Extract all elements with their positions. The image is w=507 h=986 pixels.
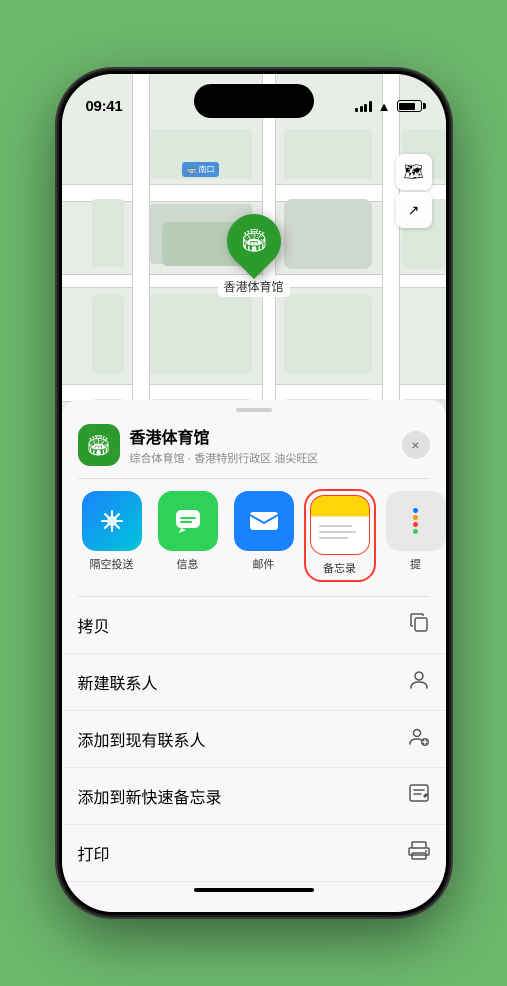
location-info: 香港体育馆 综合体育馆 · 香港特别行政区 油尖旺区 bbox=[130, 424, 392, 466]
print-icon bbox=[408, 839, 430, 867]
notes-label: 备忘录 bbox=[323, 560, 356, 576]
share-item-more[interactable]: 提 bbox=[382, 491, 446, 580]
new-contact-icon bbox=[408, 668, 430, 696]
quick-note-icon bbox=[408, 782, 430, 810]
dynamic-island bbox=[194, 84, 314, 118]
action-add-existing[interactable]: 添加到现有联系人 bbox=[62, 711, 446, 768]
signal-icon bbox=[355, 100, 372, 112]
share-item-messages[interactable]: 信息 bbox=[154, 491, 222, 580]
quick-note-label: 添加到新快速备忘录 bbox=[78, 784, 222, 808]
more-icon bbox=[386, 491, 446, 551]
close-button[interactable]: × bbox=[402, 431, 430, 459]
share-item-mail[interactable]: 邮件 bbox=[230, 491, 298, 580]
action-copy[interactable]: 拷贝 bbox=[62, 597, 446, 654]
battery-icon bbox=[397, 100, 422, 112]
share-item-airdrop[interactable]: 隔空投送 bbox=[78, 491, 146, 580]
map-controls: 🗺 ↗ bbox=[396, 154, 432, 228]
copy-label: 拷贝 bbox=[78, 613, 110, 637]
notes-icon bbox=[310, 495, 370, 555]
venue-description: 综合体育馆 · 香港特别行政区 油尖旺区 bbox=[130, 450, 392, 466]
copy-icon bbox=[408, 611, 430, 639]
more-label: 提 bbox=[410, 556, 421, 572]
print-label: 打印 bbox=[78, 841, 110, 865]
mail-icon bbox=[234, 491, 294, 551]
airdrop-icon bbox=[82, 491, 142, 551]
location-header: 🏟 香港体育馆 综合体育馆 · 香港特别行政区 油尖旺区 × bbox=[62, 424, 446, 478]
action-new-contact[interactable]: 新建联系人 bbox=[62, 654, 446, 711]
add-existing-label: 添加到现有联系人 bbox=[78, 727, 206, 751]
messages-label: 信息 bbox=[177, 556, 199, 572]
add-existing-icon bbox=[408, 725, 430, 753]
mail-label: 邮件 bbox=[253, 556, 275, 572]
venue-icon: 🏟 bbox=[78, 424, 120, 466]
messages-icon bbox=[158, 491, 218, 551]
map-type-button[interactable]: 🗺 bbox=[396, 154, 432, 190]
venue-name: 香港体育馆 bbox=[130, 424, 392, 448]
bottom-sheet: 🏟 香港体育馆 综合体育馆 · 香港特别行政区 油尖旺区 × bbox=[62, 400, 446, 912]
action-print[interactable]: 打印 bbox=[62, 825, 446, 882]
status-icons: ▲ bbox=[355, 99, 421, 114]
action-quick-note[interactable]: 添加到新快速备忘录 bbox=[62, 768, 446, 825]
share-item-notes[interactable]: 备忘录 bbox=[306, 491, 374, 580]
home-indicator bbox=[194, 888, 314, 892]
new-contact-label: 新建联系人 bbox=[78, 670, 158, 694]
location-pin: 🏟 香港体育馆 bbox=[217, 214, 289, 297]
wifi-icon: ▲ bbox=[378, 99, 391, 114]
share-row: 隔空投送 信息 bbox=[62, 479, 446, 596]
location-button[interactable]: ↗ bbox=[396, 192, 432, 228]
status-time: 09:41 bbox=[86, 98, 123, 115]
airdrop-label: 隔空投送 bbox=[90, 556, 134, 572]
sheet-handle bbox=[236, 408, 272, 412]
map-label: 🚌 南口 bbox=[182, 162, 220, 177]
